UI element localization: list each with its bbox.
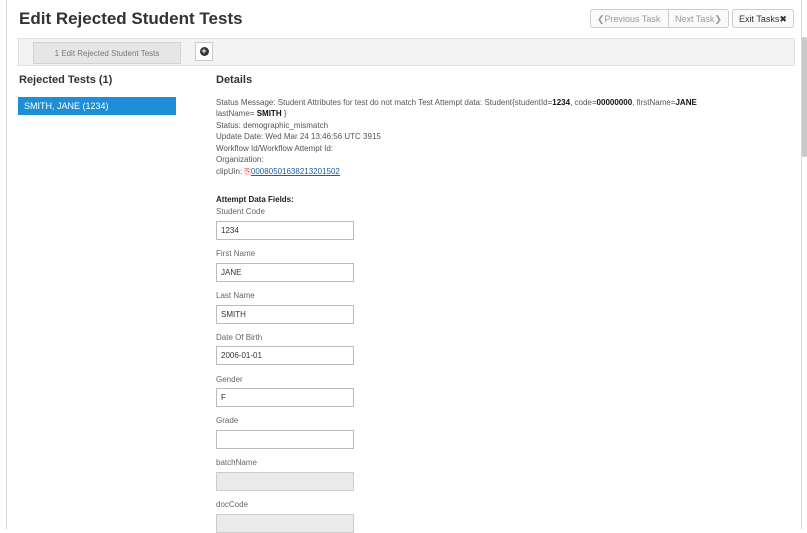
plus-circle-icon: + (199, 45, 209, 56)
details-heading: Details (216, 74, 253, 86)
previous-task-button[interactable]: ❮Previous Task (590, 9, 669, 28)
gender-label: Gender (216, 375, 243, 384)
batchname-field (216, 472, 354, 491)
workflow-id: Workflow Id/Workflow Attempt Id: (216, 144, 334, 153)
student-code-field[interactable]: 1234 (216, 221, 354, 240)
status-text: Status: demographic_mismatch (216, 121, 329, 130)
tab-bar: 1 Edit Rejected Student Tests + (18, 38, 795, 66)
app-frame (6, 0, 802, 529)
doccode-field (216, 514, 354, 533)
clipuin-row: clipUin: ⎘00080501638213201502 (216, 167, 340, 176)
gender-field[interactable]: F (216, 388, 354, 407)
status-message-continued: lastName= SMITH } (216, 109, 287, 118)
date-of-birth-label: Date Of Birth (216, 333, 263, 342)
student-code-label: Student Code (216, 207, 265, 216)
organization: Organization: (216, 155, 264, 164)
task-nav: ❮Previous Task Next Task❯ (590, 9, 729, 28)
status-message: Status Message: Student Attributes for t… (216, 98, 697, 107)
date-of-birth-field[interactable]: 2006-01-01 (216, 346, 354, 365)
attempt-data-heading: Attempt Data Fields: (216, 195, 294, 204)
last-name-label: Last Name (216, 291, 255, 300)
last-name-field[interactable]: SMITH (216, 305, 354, 324)
page-title: Edit Rejected Student Tests (19, 9, 243, 28)
batchname-label: batchName (216, 458, 257, 467)
scrollbar[interactable] (802, 37, 807, 157)
rejected-tests-heading: Rejected Tests (1) (19, 74, 113, 86)
exit-tasks-button[interactable]: Exit Tasks✖ (732, 9, 794, 28)
list-item-rejected-test[interactable]: SMITH, JANE (1234) (18, 97, 176, 115)
grade-label: Grade (216, 416, 239, 425)
add-tab-button[interactable]: + (195, 42, 213, 61)
doccode-label: docCode (216, 500, 249, 509)
first-name-label: First Name (216, 249, 256, 258)
first-name-field[interactable]: JANE (216, 263, 354, 282)
update-date: Update Date: Wed Mar 24 13:46:56 UTC 391… (216, 132, 381, 141)
clipuin-link[interactable]: 00080501638213201502 (251, 167, 340, 176)
next-task-button[interactable]: Next Task❯ (669, 9, 729, 28)
grade-field[interactable] (216, 430, 354, 449)
tab-edit-rejected-student-tests[interactable]: 1 Edit Rejected Student Tests (33, 42, 181, 64)
